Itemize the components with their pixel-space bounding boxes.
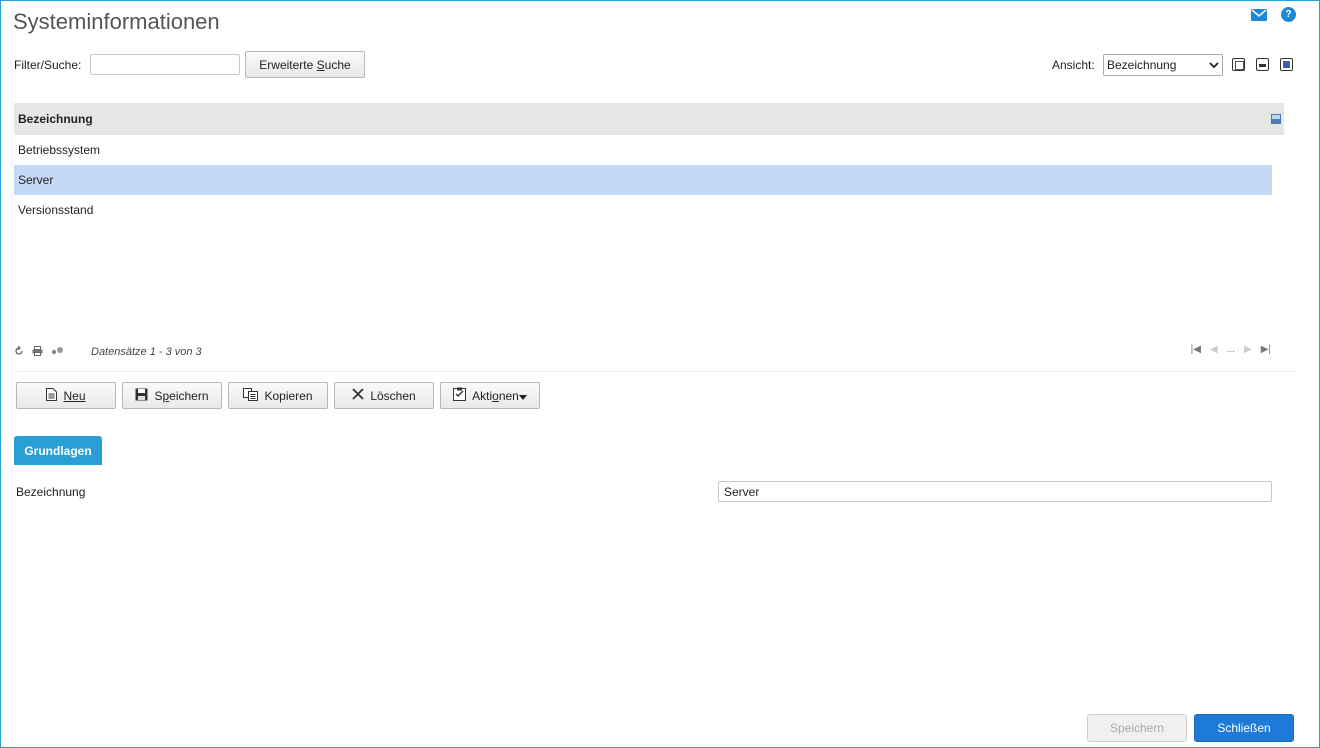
prev-page-icon[interactable]: ◀ (1210, 344, 1218, 355)
table-row[interactable]: Server (14, 165, 1272, 195)
view-layout-grid-icon[interactable] (1232, 58, 1245, 71)
actions-button[interactable]: Aktionen (440, 382, 540, 409)
table-row[interactable]: Betriebssystem (14, 135, 1272, 165)
options-icon[interactable] (51, 346, 65, 359)
table-row[interactable]: Versionsstand (14, 195, 1272, 225)
save-toolbar-label: Speichern (154, 389, 208, 403)
filter-label: Filter/Suche: (14, 58, 82, 72)
column-header-bezeichnung[interactable]: Bezeichnung (18, 112, 93, 126)
new-button[interactable]: Neu (16, 382, 116, 409)
records-count: Datensätze 1 - 3 von 3 (91, 346, 202, 358)
refresh-icon[interactable] (14, 345, 24, 359)
page-title: Systeminformationen (13, 9, 220, 34)
advanced-search-button[interactable]: Erweiterte Suche (245, 51, 365, 78)
divider (14, 371, 1296, 372)
chevron-down-icon (1209, 58, 1219, 72)
next-page-icon[interactable]: ▶ (1244, 344, 1252, 355)
floppy-icon (135, 388, 148, 404)
top-icons: ? (1251, 7, 1296, 22)
clipboard-icon (453, 387, 467, 404)
close-icon (352, 388, 364, 403)
save-button[interactable]: Speichern (1087, 714, 1187, 742)
delete-button[interactable]: Löschen (334, 382, 434, 409)
last-page-icon[interactable]: ▶| (1261, 344, 1271, 355)
view-select-value: Bezeichnung (1107, 58, 1177, 72)
view-label: Ansicht: (1052, 58, 1095, 72)
advanced-search-label-suffix: uche (324, 57, 351, 72)
filter-input[interactable] (90, 54, 240, 75)
delete-button-label: Löschen (370, 388, 416, 403)
column-chooser-icon[interactable] (1271, 114, 1281, 124)
grid-footer: Datensätze 1 - 3 von 3 |◀ ◀ ... ▶ ▶| (14, 344, 1296, 360)
print-icon[interactable] (32, 345, 43, 359)
view-layout-split-icon[interactable] (1256, 58, 1269, 71)
mail-icon[interactable] (1251, 8, 1267, 21)
row-label: Versionsstand (18, 203, 94, 217)
actions-button-label-pre: Akti (472, 388, 493, 403)
grid-header: Bezeichnung (14, 103, 1284, 135)
close-button[interactable]: Schließen (1194, 714, 1294, 742)
copy-icon (243, 387, 259, 404)
actions-button-label-post: nen (498, 388, 519, 403)
page-ellipsis: ... (1226, 344, 1235, 355)
pager: |◀ ◀ ... ▶ ▶| (1191, 344, 1271, 355)
row-label: Server (18, 173, 54, 187)
actions-button-label: Aktionen (472, 389, 519, 403)
bezeichnung-input[interactable] (718, 481, 1272, 502)
first-page-icon[interactable]: |◀ (1191, 344, 1201, 355)
view-select[interactable]: Bezeichnung (1103, 54, 1223, 76)
advanced-search-label: Erweiterte Suche (259, 58, 350, 72)
document-icon (46, 387, 58, 404)
new-button-label: Neu (63, 388, 86, 403)
copy-button-label: Kopieren (264, 388, 313, 403)
tab-grundlagen[interactable]: Grundlagen (14, 436, 102, 465)
advanced-search-label-key: S (316, 57, 325, 72)
bezeichnung-label: Bezeichnung (16, 485, 86, 499)
save-toolbar-label-post: eichern (169, 388, 209, 403)
view-layout-form-icon[interactable] (1280, 58, 1293, 71)
caret-down-icon (518, 389, 527, 403)
save-toolbar-button[interactable]: Speichern (122, 382, 222, 409)
help-icon[interactable]: ? (1281, 7, 1296, 22)
actions-button-label-key: o (492, 388, 499, 403)
advanced-search-label-prefix: Erweiterte (259, 57, 317, 72)
row-label: Betriebssystem (18, 143, 101, 157)
copy-button[interactable]: Kopieren (228, 382, 328, 409)
